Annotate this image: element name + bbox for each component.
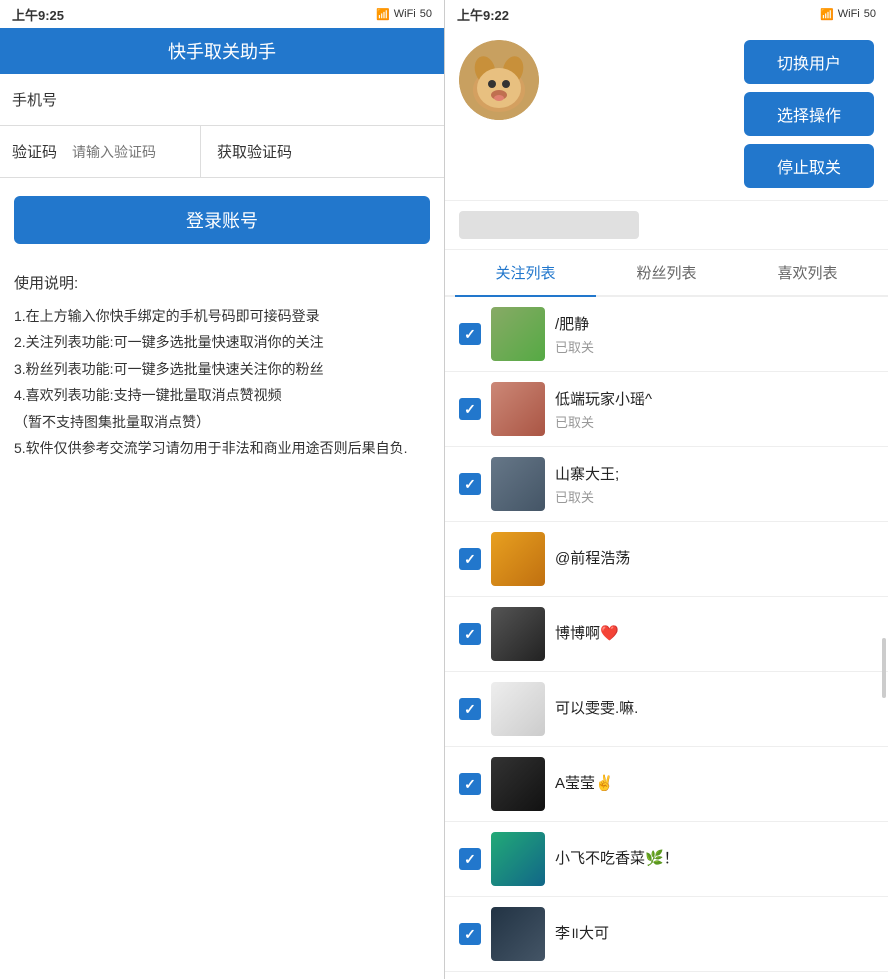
instructions: 使用说明: 1.在上方输入你快手绑定的手机号码即可接码登录 2.关注列表功能:可… [0, 262, 444, 470]
phone-input[interactable] [72, 92, 432, 108]
switch-user-button[interactable]: 切换用户 [744, 40, 874, 84]
item-info-5: 博博啊❤️ [555, 622, 874, 646]
stop-unfollow-button[interactable]: 停止取关 [744, 144, 874, 188]
item-name-6: 可以雯雯.嘛. [555, 697, 874, 718]
checkbox-5[interactable] [459, 623, 481, 645]
scrollbar[interactable] [882, 638, 886, 698]
get-code-button[interactable]: 获取验证码 [200, 126, 308, 178]
item-avatar-7 [491, 757, 545, 811]
list-item: /肥静 已取关 [445, 297, 888, 372]
app-title: 快手取关助手 [168, 38, 276, 64]
checkbox-4[interactable] [459, 548, 481, 570]
item-info-8: 小飞不吃香菜🌿！ [555, 847, 874, 871]
phone-label: 手机号 [12, 89, 72, 110]
verify-row: 验证码 获取验证码 [0, 126, 444, 178]
checkbox-3[interactable] [459, 473, 481, 495]
instruction-1: 1.在上方输入你快手绑定的手机号码即可接码登录 [14, 303, 430, 330]
checkbox-9[interactable] [459, 923, 481, 945]
right-panel: 上午9:22 📶 WiFi 50 [444, 0, 888, 979]
login-button[interactable]: 登录账号 [14, 196, 430, 244]
item-status-3: 已取关 [555, 487, 874, 506]
list-item: @前程浩荡 [445, 522, 888, 597]
follow-list: /肥静 已取关 低端玩家小瑶^ 已取关 山寨大王; 已取关 [445, 297, 888, 979]
checkbox-6[interactable] [459, 698, 481, 720]
list-item: 博博啊❤️ [445, 597, 888, 672]
select-action-button[interactable]: 选择操作 [744, 92, 874, 136]
list-item: 低端玩家小瑶^ 已取关 [445, 372, 888, 447]
list-item: 山寨大王; 已取关 [445, 447, 888, 522]
left-status-icons: 📶 WiFi 50 [376, 8, 432, 21]
tab-likes-list[interactable]: 喜欢列表 [737, 250, 878, 295]
list-item: 自带光环的飞.. [445, 972, 888, 979]
item-status-1: 已取关 [555, 337, 874, 356]
item-info-4: @前程浩荡 [555, 547, 874, 571]
item-name-8: 小飞不吃香菜🌿！ [555, 847, 874, 868]
list-item: 小飞不吃香菜🌿！ [445, 822, 888, 897]
profile-section: 切换用户 选择操作 停止取关 [445, 28, 888, 201]
list-item: 可以雯雯.嘛. [445, 672, 888, 747]
item-name-7: A莹莹✌️ [555, 772, 874, 793]
right-time: 上午9:22 [457, 5, 509, 24]
item-info-2: 低端玩家小瑶^ 已取关 [555, 388, 874, 431]
form-section: 手机号 验证码 获取验证码 登录账号 使用说明: 1.在上方输入你快手绑定的手机… [0, 74, 444, 979]
checkbox-2[interactable] [459, 398, 481, 420]
item-info-3: 山寨大王; 已取关 [555, 463, 874, 506]
item-info-7: A莹莹✌️ [555, 772, 874, 796]
item-name-5: 博博啊❤️ [555, 622, 874, 643]
item-name-9: 李॥大可 [555, 922, 874, 943]
action-buttons: 切换用户 选择操作 停止取关 [744, 40, 874, 188]
item-info-6: 可以雯雯.嘛. [555, 697, 874, 721]
item-avatar-8 [491, 832, 545, 886]
item-info-1: /肥静 已取关 [555, 313, 874, 356]
checkbox-1[interactable] [459, 323, 481, 345]
list-wrapper: /肥静 已取关 低端玩家小瑶^ 已取关 山寨大王; 已取关 [445, 297, 888, 979]
item-avatar-1 [491, 307, 545, 361]
checkbox-7[interactable] [459, 773, 481, 795]
item-status-2: 已取关 [555, 412, 874, 431]
item-name-3: 山寨大王; [555, 463, 874, 484]
left-status-bar: 上午9:25 📶 WiFi 50 [0, 0, 444, 28]
tab-fans-list[interactable]: 粉丝列表 [596, 250, 737, 295]
item-avatar-4 [491, 532, 545, 586]
checkbox-8[interactable] [459, 848, 481, 870]
item-name-1: /肥静 [555, 313, 874, 334]
item-avatar-2 [491, 382, 545, 436]
left-panel: 上午9:25 📶 WiFi 50 快手取关助手 手机号 验证码 获取验证码 登录… [0, 0, 444, 979]
item-name-4: @前程浩荡 [555, 547, 874, 568]
tabs-section: 关注列表 粉丝列表 喜欢列表 [445, 250, 888, 297]
item-name-2: 低端玩家小瑶^ [555, 388, 874, 409]
item-avatar-5 [491, 607, 545, 661]
item-info-9: 李॥大可 [555, 922, 874, 946]
list-item: 李॥大可 [445, 897, 888, 972]
item-avatar-9 [491, 907, 545, 961]
instruction-5: 5.软件仅供参考交流学习请勿用于非法和商业用途否则后果自负. [14, 435, 430, 462]
left-header: 快手取关助手 [0, 28, 444, 74]
item-avatar-6 [491, 682, 545, 736]
username-area [445, 211, 888, 250]
instruction-2: 2.关注列表功能:可一键多选批量快速取消你的关注 [14, 329, 430, 356]
verify-label: 验证码 [12, 141, 72, 162]
tab-follow-list[interactable]: 关注列表 [455, 250, 596, 297]
right-status-bar: 上午9:22 📶 WiFi 50 [445, 0, 888, 28]
item-avatar-3 [491, 457, 545, 511]
phone-row: 手机号 [0, 74, 444, 126]
username-bar [459, 211, 639, 239]
instruction-4: 4.喜欢列表功能:支持一键批量取消点赞视频（暂不支持图集批量取消点赞） [14, 382, 430, 435]
right-status-icons: 📶 WiFi 50 [820, 8, 876, 21]
left-time: 上午9:25 [12, 5, 64, 24]
verify-label-area: 验证码 [0, 141, 200, 162]
profile-avatar [459, 40, 539, 120]
instruction-3: 3.粉丝列表功能:可一键多选批量快速关注你的粉丝 [14, 356, 430, 383]
instructions-title: 使用说明: [14, 270, 430, 299]
list-item: A莹莹✌️ [445, 747, 888, 822]
